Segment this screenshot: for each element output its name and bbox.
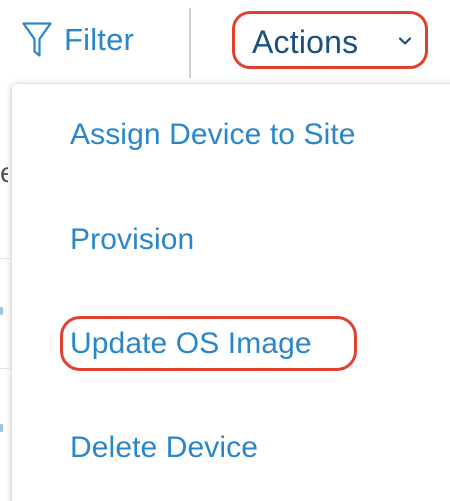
filter-icon <box>22 22 52 57</box>
background-row-divider <box>0 368 10 369</box>
actions-dropdown-button[interactable]: Actions <box>232 11 428 69</box>
toolbar-divider <box>189 8 191 78</box>
menu-item-assign-device-to-site[interactable]: Assign Device to Site <box>12 104 450 166</box>
filter-button[interactable]: Filter <box>22 14 134 66</box>
menu-item-label: Assign Device to Site <box>70 118 356 151</box>
background-row-marker <box>0 307 3 315</box>
actions-label: Actions <box>252 24 359 60</box>
menu-item-label: Provision <box>70 223 195 256</box>
menu-item-update-os-image[interactable]: Update OS Image <box>12 313 450 375</box>
actions-dropdown-menu: Assign Device to Site Provision Update O… <box>12 84 450 501</box>
menu-item-delete-device[interactable]: Delete Device <box>12 417 450 479</box>
background-row-marker <box>0 424 3 432</box>
chevron-down-icon <box>398 37 412 45</box>
menu-item-label: Delete Device <box>70 431 259 464</box>
device-inventory-toolbar-region: e Filter Actions Assign Device to Site P… <box>0 0 450 501</box>
filter-label: Filter <box>64 22 135 57</box>
background-page-text-fragment: e <box>0 162 8 184</box>
menu-item-provision[interactable]: Provision <box>12 209 450 271</box>
menu-item-label: Update OS Image <box>70 327 312 360</box>
background-row-divider <box>0 258 10 259</box>
